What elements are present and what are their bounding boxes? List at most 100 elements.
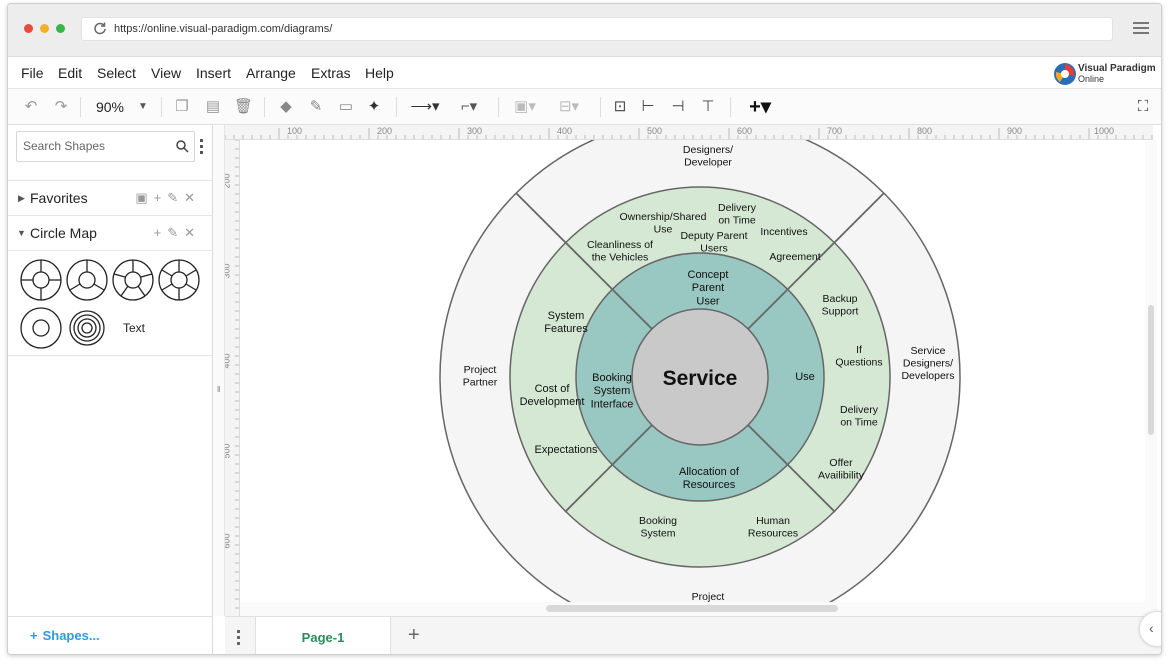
ruler-left-label: 200 (225, 173, 232, 189)
circle-map-palette (20, 259, 200, 349)
logo-mark-icon (1054, 63, 1076, 85)
outer-label-top: Designers/Developer (683, 144, 733, 169)
inner-label-left: Booking System Interface (591, 372, 634, 410)
copy-icon[interactable]: ❐ (173, 97, 191, 117)
menu-file[interactable]: File (21, 65, 44, 81)
ruler-top-label: 1000 (1094, 126, 1115, 136)
menu-select[interactable]: Select (97, 65, 136, 81)
ruler-top-label: 800 (917, 126, 933, 136)
ruler-top: 100 200 300 400 500 600 700 800 900 1000 (225, 125, 1153, 140)
horizontal-scroll-thumb[interactable] (546, 605, 838, 612)
fill-color-icon[interactable]: ◆ (276, 97, 296, 117)
middle-label: System Features (544, 310, 588, 335)
ruler-top-label: 900 (1007, 126, 1023, 136)
horizontal-scrollbar[interactable] (240, 602, 1145, 616)
address-bar[interactable]: https://online.visual-paradigm.com/diagr… (81, 17, 1113, 41)
menu-arrange[interactable]: Arrange (246, 65, 296, 81)
outer-label-bottom: Project (692, 591, 725, 602)
zoom-dropdown-icon[interactable]: ▼ (136, 97, 150, 117)
reload-icon[interactable] (93, 21, 107, 35)
ruler-left-label: 600 (225, 533, 232, 549)
favorites-label: Favorites (30, 190, 88, 206)
distribute-v-icon[interactable]: ⊣ (668, 97, 688, 117)
circle-map-3-shape[interactable] (66, 259, 108, 301)
waypoint-style-icon[interactable]: ⌐▾ (452, 97, 486, 117)
favorites-section[interactable]: ▶ Favorites ▣+✎✕ (8, 180, 213, 214)
delete-icon[interactable]: 🗑 (234, 97, 253, 117)
menu-view[interactable]: View (151, 65, 181, 81)
favorites-actions[interactable]: ▣+✎✕ (135, 181, 201, 215)
circle-map-actions[interactable]: +✎✕ (154, 216, 201, 250)
maximize-dot-icon[interactable] (56, 24, 65, 33)
plus-icon: + (30, 628, 38, 643)
circle-map-5-shape[interactable] (112, 259, 154, 301)
close-dot-icon[interactable] (24, 24, 33, 33)
page-bar: Page-1 + ‹ (225, 611, 1161, 654)
ruler-left: 200 300 400 500 600 (225, 140, 240, 616)
align-icon[interactable]: ⊟▾ (552, 97, 586, 117)
middle-label: Delivery on Time (718, 202, 757, 227)
add-page-icon[interactable]: + (408, 624, 420, 647)
line-color-icon[interactable]: ✎ (306, 97, 326, 117)
page-options-icon[interactable] (237, 630, 240, 645)
middle-label: Agreement (769, 251, 820, 263)
connector-style-icon[interactable]: ⟶▾ (408, 97, 442, 117)
browser-menu-icon[interactable] (1133, 22, 1149, 34)
circle-map-4-shape[interactable] (20, 259, 62, 301)
ruler-top-label: 500 (647, 126, 663, 136)
center-label: Service (663, 367, 738, 390)
text-shape[interactable]: Text (123, 321, 145, 335)
minimize-dot-icon[interactable] (40, 24, 49, 33)
ruler-top-label: 100 (287, 126, 303, 136)
menu-insert[interactable]: Insert (196, 65, 231, 81)
ruler-left-label: 400 (225, 353, 232, 369)
circle-map-diagram: Service Concept Parent UserBooking System In… (439, 140, 961, 602)
tree-layout-icon[interactable]: ⊤ (698, 97, 718, 117)
inner-label-right: Use (795, 371, 815, 383)
select-all-icon[interactable]: ⊡ (610, 97, 630, 117)
ruler-top-label: 200 (377, 126, 393, 136)
redo-icon[interactable]: ↷ (52, 97, 70, 117)
collapse-panel-button[interactable]: ‹ (1139, 611, 1161, 647)
browser-bar: https://online.visual-paradigm.com/diagr… (8, 4, 1161, 57)
concentric-circle-shape[interactable] (20, 307, 62, 349)
sidebar-options-icon[interactable] (200, 139, 203, 154)
middle-label: Cleanliness of the Vehicles (587, 239, 653, 264)
ruler-top-label: 400 (557, 126, 573, 136)
menu-edit[interactable]: Edit (58, 65, 82, 81)
middle-label: Incentives (760, 226, 807, 238)
distribute-h-icon[interactable]: ⊢ (638, 97, 658, 117)
shadow-icon[interactable]: ▭ (336, 97, 356, 117)
arrange-order-icon[interactable]: ▣▾ (508, 97, 542, 117)
circle-map-section[interactable]: ▼ Circle Map +✎✕ (8, 215, 213, 249)
fullscreen-icon[interactable]: ⛶ (1133, 97, 1153, 117)
search-shapes-input[interactable]: Search Shapes (16, 131, 195, 162)
more-shapes-button[interactable]: + Shapes... (8, 616, 213, 654)
vertical-scroll-thumb[interactable] (1148, 305, 1154, 435)
search-placeholder: Search Shapes (23, 139, 106, 153)
paste-icon[interactable]: ▤ (204, 97, 222, 117)
menu-extras[interactable]: Extras (311, 65, 351, 81)
sidebar-splitter[interactable]: ‖ (213, 125, 225, 616)
menu-bar: File Edit Select View Insert Arrange Ext… (8, 57, 1161, 89)
splitter-grip-icon: ‖ (217, 385, 221, 394)
multi-circle-shape[interactable] (69, 310, 105, 346)
circle-map-6-shape[interactable] (158, 259, 200, 301)
diagram-canvas[interactable]: Service Concept Parent User Booking System In… (240, 140, 1145, 602)
page-tab[interactable]: Page-1 (255, 617, 391, 654)
url-text: https://online.visual-paradigm.com/diagr… (114, 23, 333, 35)
menu-help[interactable]: Help (365, 65, 394, 81)
visual-paradigm-logo: Visual Paradigm Online (1053, 61, 1156, 87)
circle-map-label: Circle Map (30, 225, 97, 241)
search-icon[interactable] (176, 140, 189, 153)
ruler-left-label: 500 (225, 443, 232, 459)
middle-label: Delivery on Time (840, 404, 879, 429)
logo-line2: Online (1078, 74, 1105, 84)
insert-add-icon[interactable]: +▾ (742, 97, 778, 117)
ruler-top-label: 600 (737, 126, 753, 136)
format-painter-icon[interactable]: ✦ (364, 97, 384, 117)
vertical-scrollbar[interactable] (1145, 140, 1157, 616)
zoom-value[interactable]: 90% (90, 97, 130, 117)
undo-icon[interactable]: ↶ (22, 97, 40, 117)
more-shapes-label: Shapes... (42, 628, 100, 643)
